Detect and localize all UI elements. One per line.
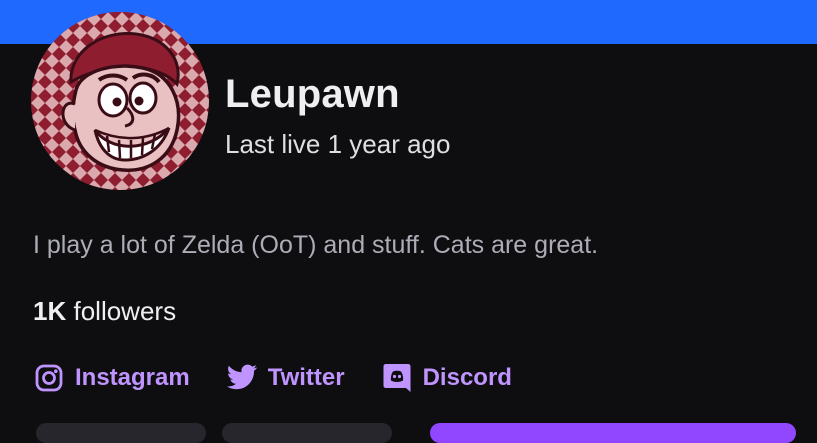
avatar-cartoon-face-icon xyxy=(31,12,209,190)
discord-icon xyxy=(381,362,413,394)
last-live-status: Last live 1 year ago xyxy=(225,129,451,159)
channel-name: Leupawn xyxy=(225,72,400,116)
followers-number: 1K xyxy=(33,296,67,326)
twitter-link[interactable]: Twitter xyxy=(226,362,345,394)
followers-label: followers xyxy=(73,296,177,326)
instagram-link[interactable]: Instagram xyxy=(33,362,190,394)
channel-bio: I play a lot of Zelda (OoT) and stuff. C… xyxy=(33,231,599,259)
social-links: Instagram Twitter Discord xyxy=(33,362,548,394)
secondary-button-middle[interactable] xyxy=(222,423,392,443)
discord-label: Discord xyxy=(422,364,512,391)
secondary-button-left[interactable] xyxy=(36,423,206,443)
instagram-icon xyxy=(33,362,65,394)
twitter-icon xyxy=(226,362,258,394)
instagram-label: Instagram xyxy=(75,364,190,391)
twitter-label: Twitter xyxy=(267,364,345,391)
discord-link[interactable]: Discord xyxy=(381,362,512,394)
primary-button[interactable] xyxy=(430,423,796,443)
followers-count: 1K followers xyxy=(33,295,176,327)
avatar[interactable] xyxy=(31,12,209,190)
